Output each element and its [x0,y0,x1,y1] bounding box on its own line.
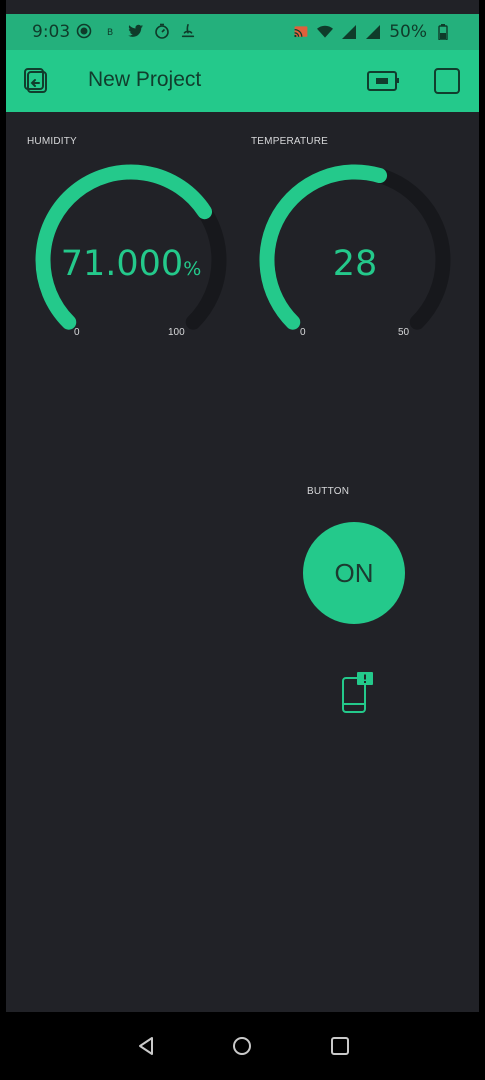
temperature-label: TEMPERATURE [251,136,329,147]
navigation-bar [0,1012,485,1080]
cast-icon [293,24,309,40]
app-bar: New Project [6,50,479,112]
svg-text:B: B [107,28,113,38]
status-bar: 9:03 B 50% [6,14,479,50]
button-widget-label: BUTTON [307,486,350,497]
humidity-label: HUMIDITY [27,136,77,147]
exit-project-button[interactable] [23,66,53,96]
humidity-value: 71.000% [26,244,236,284]
back-button[interactable] [132,1032,160,1060]
status-time: 9:03 [32,22,71,42]
status-notification-icons: B [76,23,196,39]
signal-icon [365,24,381,40]
humidity-gauge[interactable]: 71.000% 0 100 [26,160,236,350]
battery-icon [435,24,451,40]
recents-button[interactable] [326,1032,354,1060]
humidity-max: 100 [168,327,185,338]
data-indicator-icon: B [102,23,118,39]
temperature-value: 28 [332,244,378,284]
humidity-value-number: 71.000 [60,244,184,284]
temperature-min: 0 [300,327,306,338]
device-offline-alert-icon[interactable] [340,672,376,714]
humidity-unit: % [183,258,202,280]
home-button[interactable] [228,1032,256,1060]
back-icon [139,1037,153,1055]
humidity-min: 0 [74,327,80,338]
project-title: New Project [88,68,202,91]
timer-icon [154,23,170,39]
device-icon [367,71,399,91]
signal-icon [341,24,357,40]
app-screen: 9:03 B 50% New Project HUMIDITY 71.000% … [6,0,479,1012]
on-off-button[interactable]: ON [303,522,405,624]
exit-project-icon [24,68,47,93]
device-button[interactable] [366,66,400,96]
stop-icon [434,68,460,94]
status-system-icons: 50% [293,22,451,42]
battery-percentage: 50% [389,22,427,42]
home-icon [233,1037,251,1055]
twitter-icon [128,23,144,39]
temperature-max: 50 [398,327,410,338]
stop-project-button[interactable] [432,66,462,96]
wifi-icon [317,24,334,40]
record-icon [76,23,92,39]
recents-icon [331,1037,349,1055]
temperature-gauge[interactable]: 28 0 50 [250,160,460,350]
app-icon [180,23,196,39]
